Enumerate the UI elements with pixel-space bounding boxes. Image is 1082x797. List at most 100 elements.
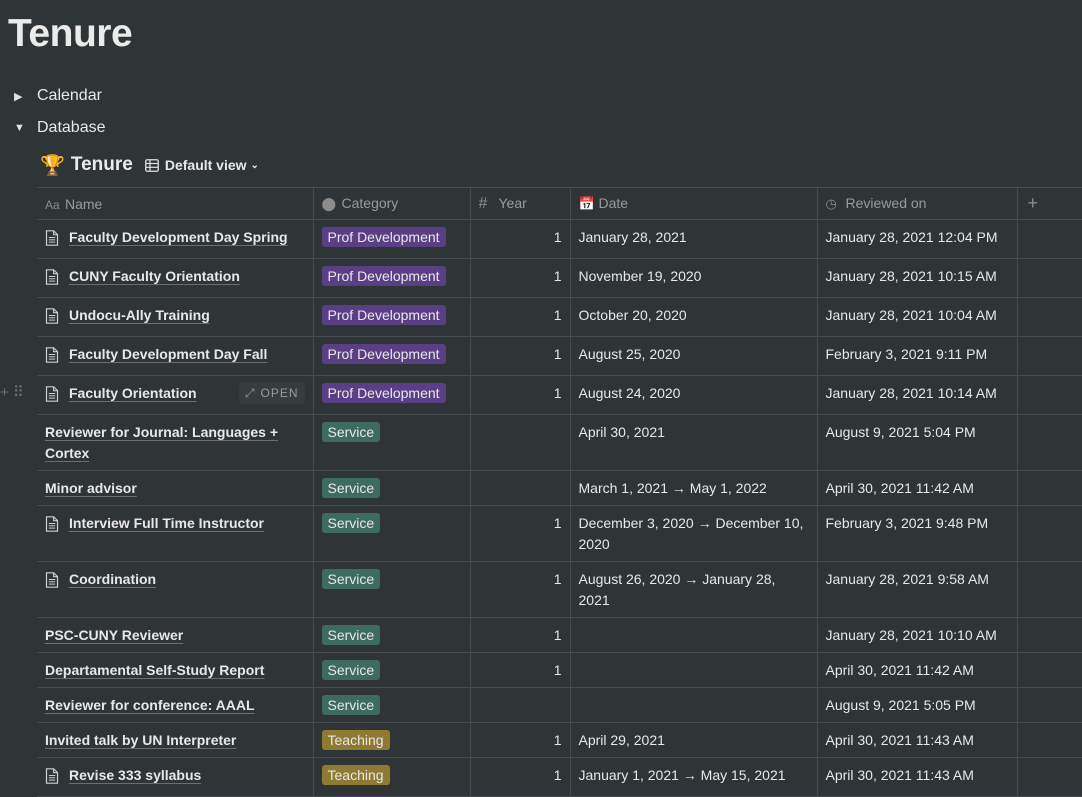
cell-name[interactable]: Faculty Orientation ⤢ OPEN <box>37 375 314 415</box>
table-row[interactable]: Coordination Service 1 August 26, 2020 → Ja… <box>37 561 1082 618</box>
table-row[interactable]: Invited talk by UN Interpreter Teaching 1 A… <box>37 722 1082 758</box>
table-row[interactable]: Undocu-Ally Training Prof Development 1 Oct… <box>37 297 1082 337</box>
row-title-link[interactable]: PSC-CUNY Reviewer <box>45 625 183 646</box>
cell-category[interactable]: Service <box>313 617 471 653</box>
cell-category[interactable]: Teaching <box>313 722 471 758</box>
row-title-link[interactable]: Revise 333 syllabus <box>69 765 201 786</box>
add-property-button[interactable]: + <box>1017 187 1082 220</box>
cell-year[interactable]: 1 <box>470 258 571 298</box>
category-tag: Service <box>321 513 381 533</box>
cell-year[interactable]: 1 <box>470 652 571 688</box>
cell-category[interactable]: Service <box>313 687 471 723</box>
cell-date[interactable] <box>570 687 818 723</box>
cell-category[interactable]: Prof Development <box>313 258 471 298</box>
cell-category[interactable]: Service <box>313 470 471 506</box>
cell-name[interactable]: Reviewer for Journal: Languages + Cortex <box>37 414 314 471</box>
cell-year[interactable]: 1 <box>470 297 571 337</box>
cell-category[interactable]: Service <box>313 561 471 618</box>
cell-category[interactable]: Prof Development <box>313 336 471 376</box>
cell-year[interactable]: 1 <box>470 375 571 415</box>
cell-date[interactable]: April 30, 2021 <box>570 414 818 471</box>
expanded-triangle-icon: ▼ <box>14 122 25 134</box>
table-row[interactable]: Departamental Self-Study Report Service 1 A… <box>37 652 1082 688</box>
cell-year[interactable] <box>470 414 571 471</box>
cell-name[interactable]: Revise 333 syllabus <box>37 757 314 797</box>
table-row[interactable]: Interview Full Time Instructor Service 1 De… <box>37 505 1082 562</box>
row-title-link[interactable]: Coordination <box>69 569 156 590</box>
cell-name[interactable]: Coordination <box>37 561 314 618</box>
row-title-link[interactable]: CUNY Faculty Orientation <box>69 266 240 287</box>
column-header-date[interactable]: 📅 Date <box>570 187 818 220</box>
cell-year[interactable] <box>470 470 571 506</box>
open-page-button[interactable]: ⤢ OPEN <box>238 382 305 404</box>
cell-date[interactable]: August 25, 2020 <box>570 336 818 376</box>
row-title-link[interactable]: Interview Full Time Instructor <box>69 513 264 534</box>
cell-name[interactable]: Faculty Development Day Spring <box>37 219 314 259</box>
cell-name[interactable]: Undocu-Ally Training <box>37 297 314 337</box>
cell-name[interactable]: Reviewer for conference: AAAL <box>37 687 314 723</box>
row-title-link[interactable]: Faculty Development Day Fall <box>69 344 267 365</box>
table-row[interactable]: PSC-CUNY Reviewer Service 1 January 28, 202… <box>37 617 1082 653</box>
table-row[interactable]: Reviewer for conference: AAAL Service Augu… <box>37 687 1082 723</box>
database-title[interactable]: Tenure <box>71 154 133 176</box>
cell-date[interactable]: April 29, 2021 <box>570 722 818 758</box>
column-header-year[interactable]: # Year <box>470 187 571 220</box>
cell-name[interactable]: PSC-CUNY Reviewer <box>37 617 314 653</box>
toggle-database[interactable]: ▼ Database <box>14 116 106 140</box>
cell-category[interactable]: Teaching <box>313 757 471 797</box>
row-title-link[interactable]: Reviewer for Journal: Languages + Cortex <box>45 422 305 464</box>
cell-name[interactable]: Interview Full Time Instructor <box>37 505 314 562</box>
cell-year[interactable]: 1 <box>470 757 571 797</box>
row-title-link[interactable]: Faculty Development Day Spring <box>69 227 288 248</box>
cell-year[interactable]: 1 <box>470 722 571 758</box>
cell-category[interactable]: Prof Development <box>313 297 471 337</box>
cell-date[interactable] <box>570 617 818 653</box>
table-row[interactable]: Reviewer for Journal: Languages + Cortex… <box>37 414 1082 471</box>
cell-name[interactable]: CUNY Faculty Orientation <box>37 258 314 298</box>
table-row[interactable]: Faculty Orientation ⤢ OPEN Prof Development… <box>37 375 1082 415</box>
row-title-link[interactable]: Departamental Self-Study Report <box>45 660 264 681</box>
cell-date[interactable]: March 1, 2021 → May 1, 2022 <box>570 470 818 506</box>
cell-date[interactable]: January 28, 2021 <box>570 219 818 259</box>
cell-date[interactable] <box>570 652 818 688</box>
cell-date[interactable]: December 3, 2020 → December 10, 2020 <box>570 505 818 562</box>
cell-date[interactable]: August 24, 2020 <box>570 375 818 415</box>
cell-category[interactable]: Service <box>313 652 471 688</box>
cell-year[interactable]: 1 <box>470 617 571 653</box>
cell-empty <box>1017 219 1082 259</box>
cell-category[interactable]: Prof Development <box>313 219 471 259</box>
cell-category[interactable]: Service <box>313 505 471 562</box>
table-row[interactable]: CUNY Faculty Orientation Prof Development… <box>37 258 1082 298</box>
row-drag-handle-icon[interactable]: + ⠿ <box>0 383 24 401</box>
table-row[interactable]: Faculty Development Day Spring Prof Devel… <box>37 219 1082 259</box>
cell-date[interactable]: November 19, 2020 <box>570 258 818 298</box>
cell-name[interactable]: Minor advisor <box>37 470 314 506</box>
cell-year[interactable] <box>470 687 571 723</box>
column-header-category[interactable]: ⬤ Category <box>313 187 471 220</box>
table-row[interactable]: Minor advisor Service March 1, 2021 → May … <box>37 470 1082 506</box>
row-title-link[interactable]: Faculty Orientation <box>69 383 197 404</box>
cell-year[interactable]: 1 <box>470 505 571 562</box>
row-title-link[interactable]: Reviewer for conference: AAAL <box>45 695 255 716</box>
column-header-reviewed[interactable]: ◷ Reviewed on <box>817 187 1018 220</box>
row-title-link[interactable]: Minor advisor <box>45 478 137 499</box>
cell-year[interactable]: 1 <box>470 336 571 376</box>
cell-name[interactable]: Departamental Self-Study Report <box>37 652 314 688</box>
cell-year[interactable]: 1 <box>470 219 571 259</box>
table-row[interactable]: Faculty Development Day Fall Prof Develop… <box>37 336 1082 376</box>
cell-empty <box>1017 414 1082 471</box>
cell-date[interactable]: January 1, 2021 → May 15, 2021 <box>570 757 818 797</box>
row-title-link[interactable]: Invited talk by UN Interpreter <box>45 730 236 751</box>
cell-category[interactable]: Prof Development <box>313 375 471 415</box>
cell-year[interactable]: 1 <box>470 561 571 618</box>
cell-name[interactable]: Invited talk by UN Interpreter <box>37 722 314 758</box>
view-selector-button[interactable]: Default view ⌄ <box>144 157 259 173</box>
cell-name[interactable]: Faculty Development Day Fall <box>37 336 314 376</box>
cell-date[interactable]: August 26, 2020 → January 28, 2021 <box>570 561 818 618</box>
cell-category[interactable]: Service <box>313 414 471 471</box>
cell-date[interactable]: October 20, 2020 <box>570 297 818 337</box>
table-row[interactable]: Revise 333 syllabus Teaching 1 January 1, 2… <box>37 757 1082 797</box>
column-header-name[interactable]: Aa Name <box>37 187 314 220</box>
row-title-link[interactable]: Undocu-Ally Training <box>69 305 210 326</box>
toggle-calendar[interactable]: ▶ Calendar <box>14 84 102 108</box>
